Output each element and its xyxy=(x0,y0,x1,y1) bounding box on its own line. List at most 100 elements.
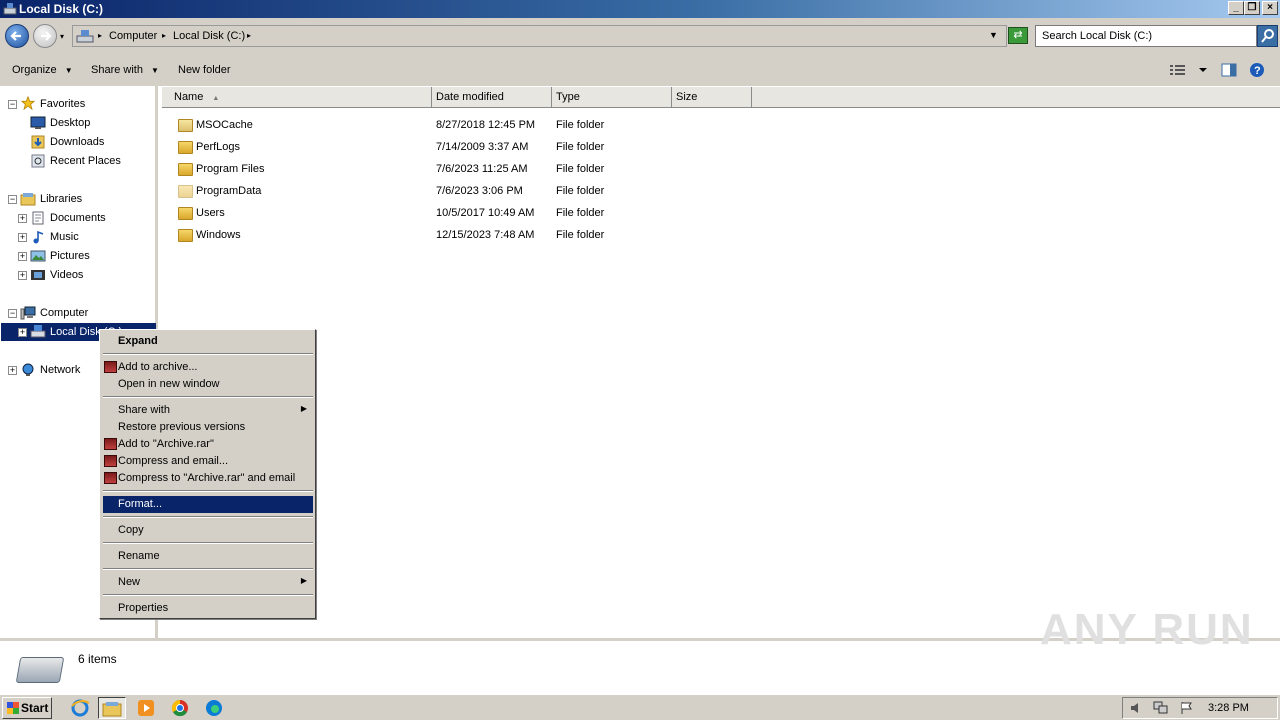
address-dropdown-arrow[interactable]: ▼ xyxy=(989,30,998,40)
nav-videos[interactable]: + Videos xyxy=(0,266,155,284)
menu-compress-email[interactable]: Compress and email... xyxy=(103,453,313,470)
taskbar-chrome[interactable] xyxy=(166,697,194,719)
menu-properties[interactable]: Properties xyxy=(103,600,313,617)
file-type: File folder xyxy=(556,163,605,175)
local-disk-large-icon xyxy=(15,657,65,683)
speaker-icon[interactable] xyxy=(1129,701,1143,715)
menu-open-new-window[interactable]: Open in new window xyxy=(103,376,313,393)
nav-recent-places[interactable]: Recent Places xyxy=(0,152,155,170)
expand-icon[interactable]: + xyxy=(18,214,27,223)
nav-downloads[interactable]: Downloads xyxy=(0,133,155,151)
menu-separator xyxy=(103,568,313,570)
crumb-separator: ▸ xyxy=(162,31,167,40)
new-folder-button[interactable]: New folder xyxy=(178,64,231,76)
network-tray-icon[interactable] xyxy=(1153,701,1169,715)
preview-pane-button[interactable] xyxy=(1221,62,1237,81)
taskbar-explorer[interactable] xyxy=(98,697,126,719)
close-button[interactable]: × xyxy=(1262,1,1278,15)
expand-icon[interactable]: + xyxy=(18,252,27,261)
collapse-icon[interactable]: − xyxy=(8,309,17,318)
minimize-button[interactable]: _ xyxy=(1228,1,1244,15)
nav-network-label: Network xyxy=(40,364,81,376)
music-icon xyxy=(33,230,44,244)
menu-copy-label: Copy xyxy=(118,524,144,536)
action-center-flag-icon[interactable] xyxy=(1179,701,1193,715)
menu-restore-previous[interactable]: Restore previous versions xyxy=(103,419,313,436)
file-type: File folder xyxy=(556,141,605,153)
sort-ascending-icon: ▲ xyxy=(212,95,220,102)
drive-icon xyxy=(3,2,17,15)
nav-music-label: Music xyxy=(50,231,79,243)
forward-button[interactable] xyxy=(33,24,57,48)
nav-computer[interactable]: − Computer xyxy=(0,304,155,322)
nav-pictures[interactable]: + Pictures xyxy=(0,247,155,265)
menu-separator xyxy=(103,594,313,596)
nav-libraries[interactable]: − Libraries xyxy=(0,190,155,208)
taskbar-edge[interactable] xyxy=(200,697,228,719)
svg-text:?: ? xyxy=(1254,65,1261,77)
expand-icon[interactable]: + xyxy=(18,233,27,242)
address-bar[interactable]: ▸ Computer ▸ Local Disk (C:) ▸ ▼ xyxy=(72,25,1007,47)
local-disk-icon xyxy=(30,325,46,338)
help-button[interactable]: ? xyxy=(1249,62,1265,81)
search-input[interactable]: Search Local Disk (C:) xyxy=(1035,25,1257,47)
clock[interactable]: 3:28 PM xyxy=(1208,702,1249,714)
refresh-button[interactable]: ⇄ xyxy=(1008,27,1028,44)
nav-favorites[interactable]: − Favorites xyxy=(0,95,155,113)
expand-icon[interactable]: + xyxy=(18,328,27,337)
share-with-button[interactable]: Share with ▼ xyxy=(91,64,159,76)
menu-open-new-window-label: Open in new window xyxy=(118,378,220,390)
start-button[interactable]: Start xyxy=(2,697,52,719)
collapse-icon[interactable]: − xyxy=(8,195,17,204)
internet-explorer-icon xyxy=(71,699,90,717)
start-label: Start xyxy=(21,701,49,715)
title-bar: Local Disk (C:) _ ❐ × xyxy=(0,0,1280,18)
menu-rename[interactable]: Rename xyxy=(103,548,313,565)
column-header-name[interactable]: Name ▲ xyxy=(162,87,432,108)
restore-button[interactable]: ❐ xyxy=(1244,1,1260,15)
menu-rename-label: Rename xyxy=(118,550,160,562)
expand-icon[interactable]: + xyxy=(18,271,27,280)
nav-music[interactable]: + Music xyxy=(0,228,155,246)
file-type: File folder xyxy=(556,119,605,131)
crumb-local-disk[interactable]: Local Disk (C:) xyxy=(173,30,245,42)
column-header-type[interactable]: Type xyxy=(552,87,672,108)
file-name: Windows xyxy=(196,229,241,241)
taskbar-media-player[interactable] xyxy=(132,697,160,719)
menu-format[interactable]: Format... xyxy=(103,496,313,513)
menu-share-with[interactable]: Share with ▶ xyxy=(103,402,313,419)
collapse-icon[interactable]: − xyxy=(8,100,17,109)
system-tray xyxy=(1122,697,1278,719)
pictures-icon xyxy=(30,250,46,262)
organize-label: Organize xyxy=(12,64,57,76)
column-header-size[interactable]: Size xyxy=(672,87,752,108)
edge-icon xyxy=(206,700,222,716)
nav-libraries-label: Libraries xyxy=(40,193,83,205)
taskbar-ie[interactable] xyxy=(66,697,94,719)
back-button[interactable] xyxy=(5,24,29,48)
menu-expand[interactable]: Expand xyxy=(103,333,313,350)
expand-icon[interactable]: + xyxy=(8,366,17,375)
menu-new[interactable]: New ▶ xyxy=(103,574,313,591)
file-row[interactable]: Program Files 7/6/2023 11:25 AM File fol… xyxy=(162,160,1262,180)
recent-pages-dropdown[interactable]: ▾ xyxy=(60,32,64,41)
menu-expand-label: Expand xyxy=(118,335,158,347)
file-row[interactable]: PerfLogs 7/14/2009 3:37 AM File folder xyxy=(162,138,1262,158)
menu-add-to-archive[interactable]: Add to archive... xyxy=(103,359,313,376)
column-header-date[interactable]: Date modified xyxy=(432,87,552,108)
menu-compress-rar-email[interactable]: Compress to "Archive.rar" and email xyxy=(103,470,313,487)
menu-add-to-archive-rar[interactable]: Add to "Archive.rar" xyxy=(103,436,313,453)
file-row[interactable]: ProgramData 7/6/2023 3:06 PM File folder xyxy=(162,182,1262,202)
file-name: Program Files xyxy=(196,163,265,175)
view-options-button[interactable] xyxy=(1170,62,1214,81)
file-row[interactable]: MSOCache 8/27/2018 12:45 PM File folder xyxy=(162,116,1262,136)
command-bar: Organize ▼ Share with ▼ New folder ? xyxy=(0,54,1280,86)
nav-documents[interactable]: + Documents xyxy=(0,209,155,227)
nav-desktop[interactable]: Desktop xyxy=(0,114,155,132)
file-row[interactable]: Users 10/5/2017 10:49 AM File folder xyxy=(162,204,1262,224)
search-button[interactable] xyxy=(1257,25,1278,47)
menu-copy[interactable]: Copy xyxy=(103,522,313,539)
file-row[interactable]: Windows 12/15/2023 7:48 AM File folder xyxy=(162,226,1262,246)
organize-button[interactable]: Organize ▼ xyxy=(12,64,73,76)
crumb-computer[interactable]: Computer xyxy=(109,30,157,42)
